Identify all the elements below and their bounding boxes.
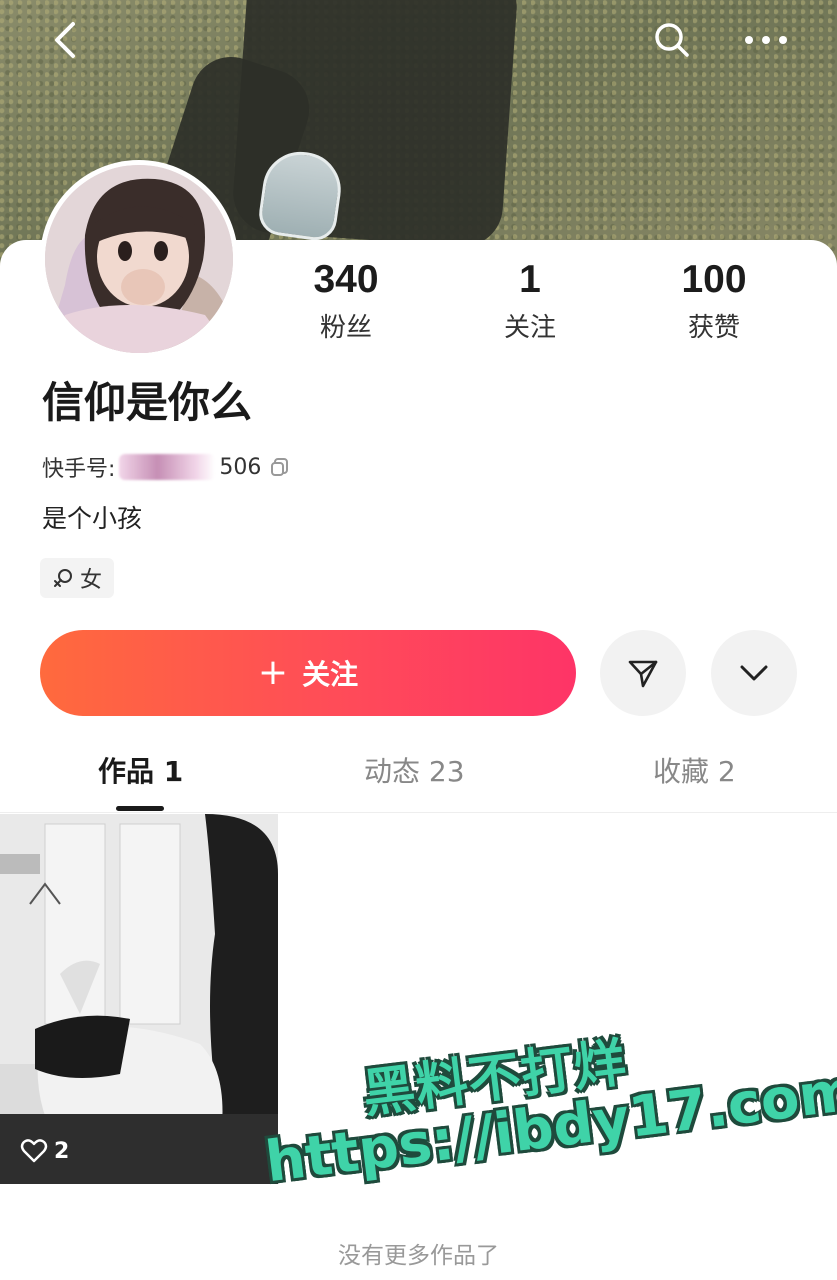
stat-following[interactable]: 1 关注 bbox=[438, 258, 622, 344]
follow-button[interactable]: + 关注 bbox=[40, 630, 576, 716]
ellipsis-icon bbox=[745, 36, 787, 44]
search-button[interactable] bbox=[646, 14, 698, 66]
chevron-down-icon bbox=[740, 665, 768, 681]
content-tabs: 作品 1 动态 23 收藏 2 bbox=[0, 752, 837, 812]
female-icon bbox=[54, 569, 72, 587]
stat-followers[interactable]: 340 粉丝 bbox=[254, 258, 438, 344]
share-button[interactable] bbox=[600, 630, 686, 716]
more-button[interactable] bbox=[740, 14, 792, 66]
work-likes-count: 2 bbox=[54, 1138, 70, 1164]
expand-button[interactable] bbox=[711, 630, 797, 716]
stat-label: 获赞 bbox=[687, 313, 740, 343]
avatar-image bbox=[45, 165, 233, 353]
user-id-prefix: 快手号: bbox=[42, 457, 116, 482]
avatar-illustration bbox=[45, 165, 233, 353]
stat-likes[interactable]: 100 获赞 bbox=[622, 258, 806, 344]
back-button[interactable] bbox=[38, 14, 90, 66]
stat-value: 1 bbox=[519, 258, 541, 301]
user-id-redacted bbox=[119, 454, 216, 480]
gender-tag: 女 bbox=[40, 558, 115, 598]
tab-works[interactable]: 作品 1 bbox=[98, 752, 183, 792]
copy-icon[interactable] bbox=[269, 456, 291, 478]
stat-label: 关注 bbox=[503, 313, 556, 343]
stat-value: 340 bbox=[313, 258, 379, 301]
tab-active-indicator bbox=[116, 806, 164, 811]
profile-stats: 340 粉丝 1 关注 100 获赞 bbox=[254, 258, 806, 344]
send-icon bbox=[628, 660, 658, 688]
user-id-row: 快手号: 506 bbox=[42, 452, 291, 482]
gender-label: 女 bbox=[80, 568, 103, 593]
tab-favorites[interactable]: 收藏 2 bbox=[653, 752, 736, 792]
bio: 是个小孩 bbox=[42, 504, 143, 533]
plus-icon: + bbox=[257, 652, 289, 693]
heart-icon bbox=[20, 1139, 48, 1163]
tab-divider bbox=[0, 812, 837, 813]
tab-moments[interactable]: 动态 23 bbox=[364, 752, 465, 792]
stat-value: 100 bbox=[681, 258, 747, 301]
avatar[interactable] bbox=[40, 160, 238, 358]
chevron-left-icon bbox=[55, 22, 75, 58]
user-id-suffix: 506 bbox=[219, 454, 262, 480]
work-thumbnail-image bbox=[0, 814, 278, 1184]
search-icon bbox=[655, 23, 689, 57]
username: 信仰是你么 bbox=[42, 378, 253, 427]
stat-label: 粉丝 bbox=[319, 313, 372, 343]
work-likes: 2 bbox=[20, 1138, 69, 1164]
no-more-works-text: 没有更多作品了 bbox=[338, 1243, 499, 1269]
follow-label: 关注 bbox=[302, 658, 359, 691]
work-thumbnail[interactable]: 2 bbox=[0, 814, 278, 1184]
